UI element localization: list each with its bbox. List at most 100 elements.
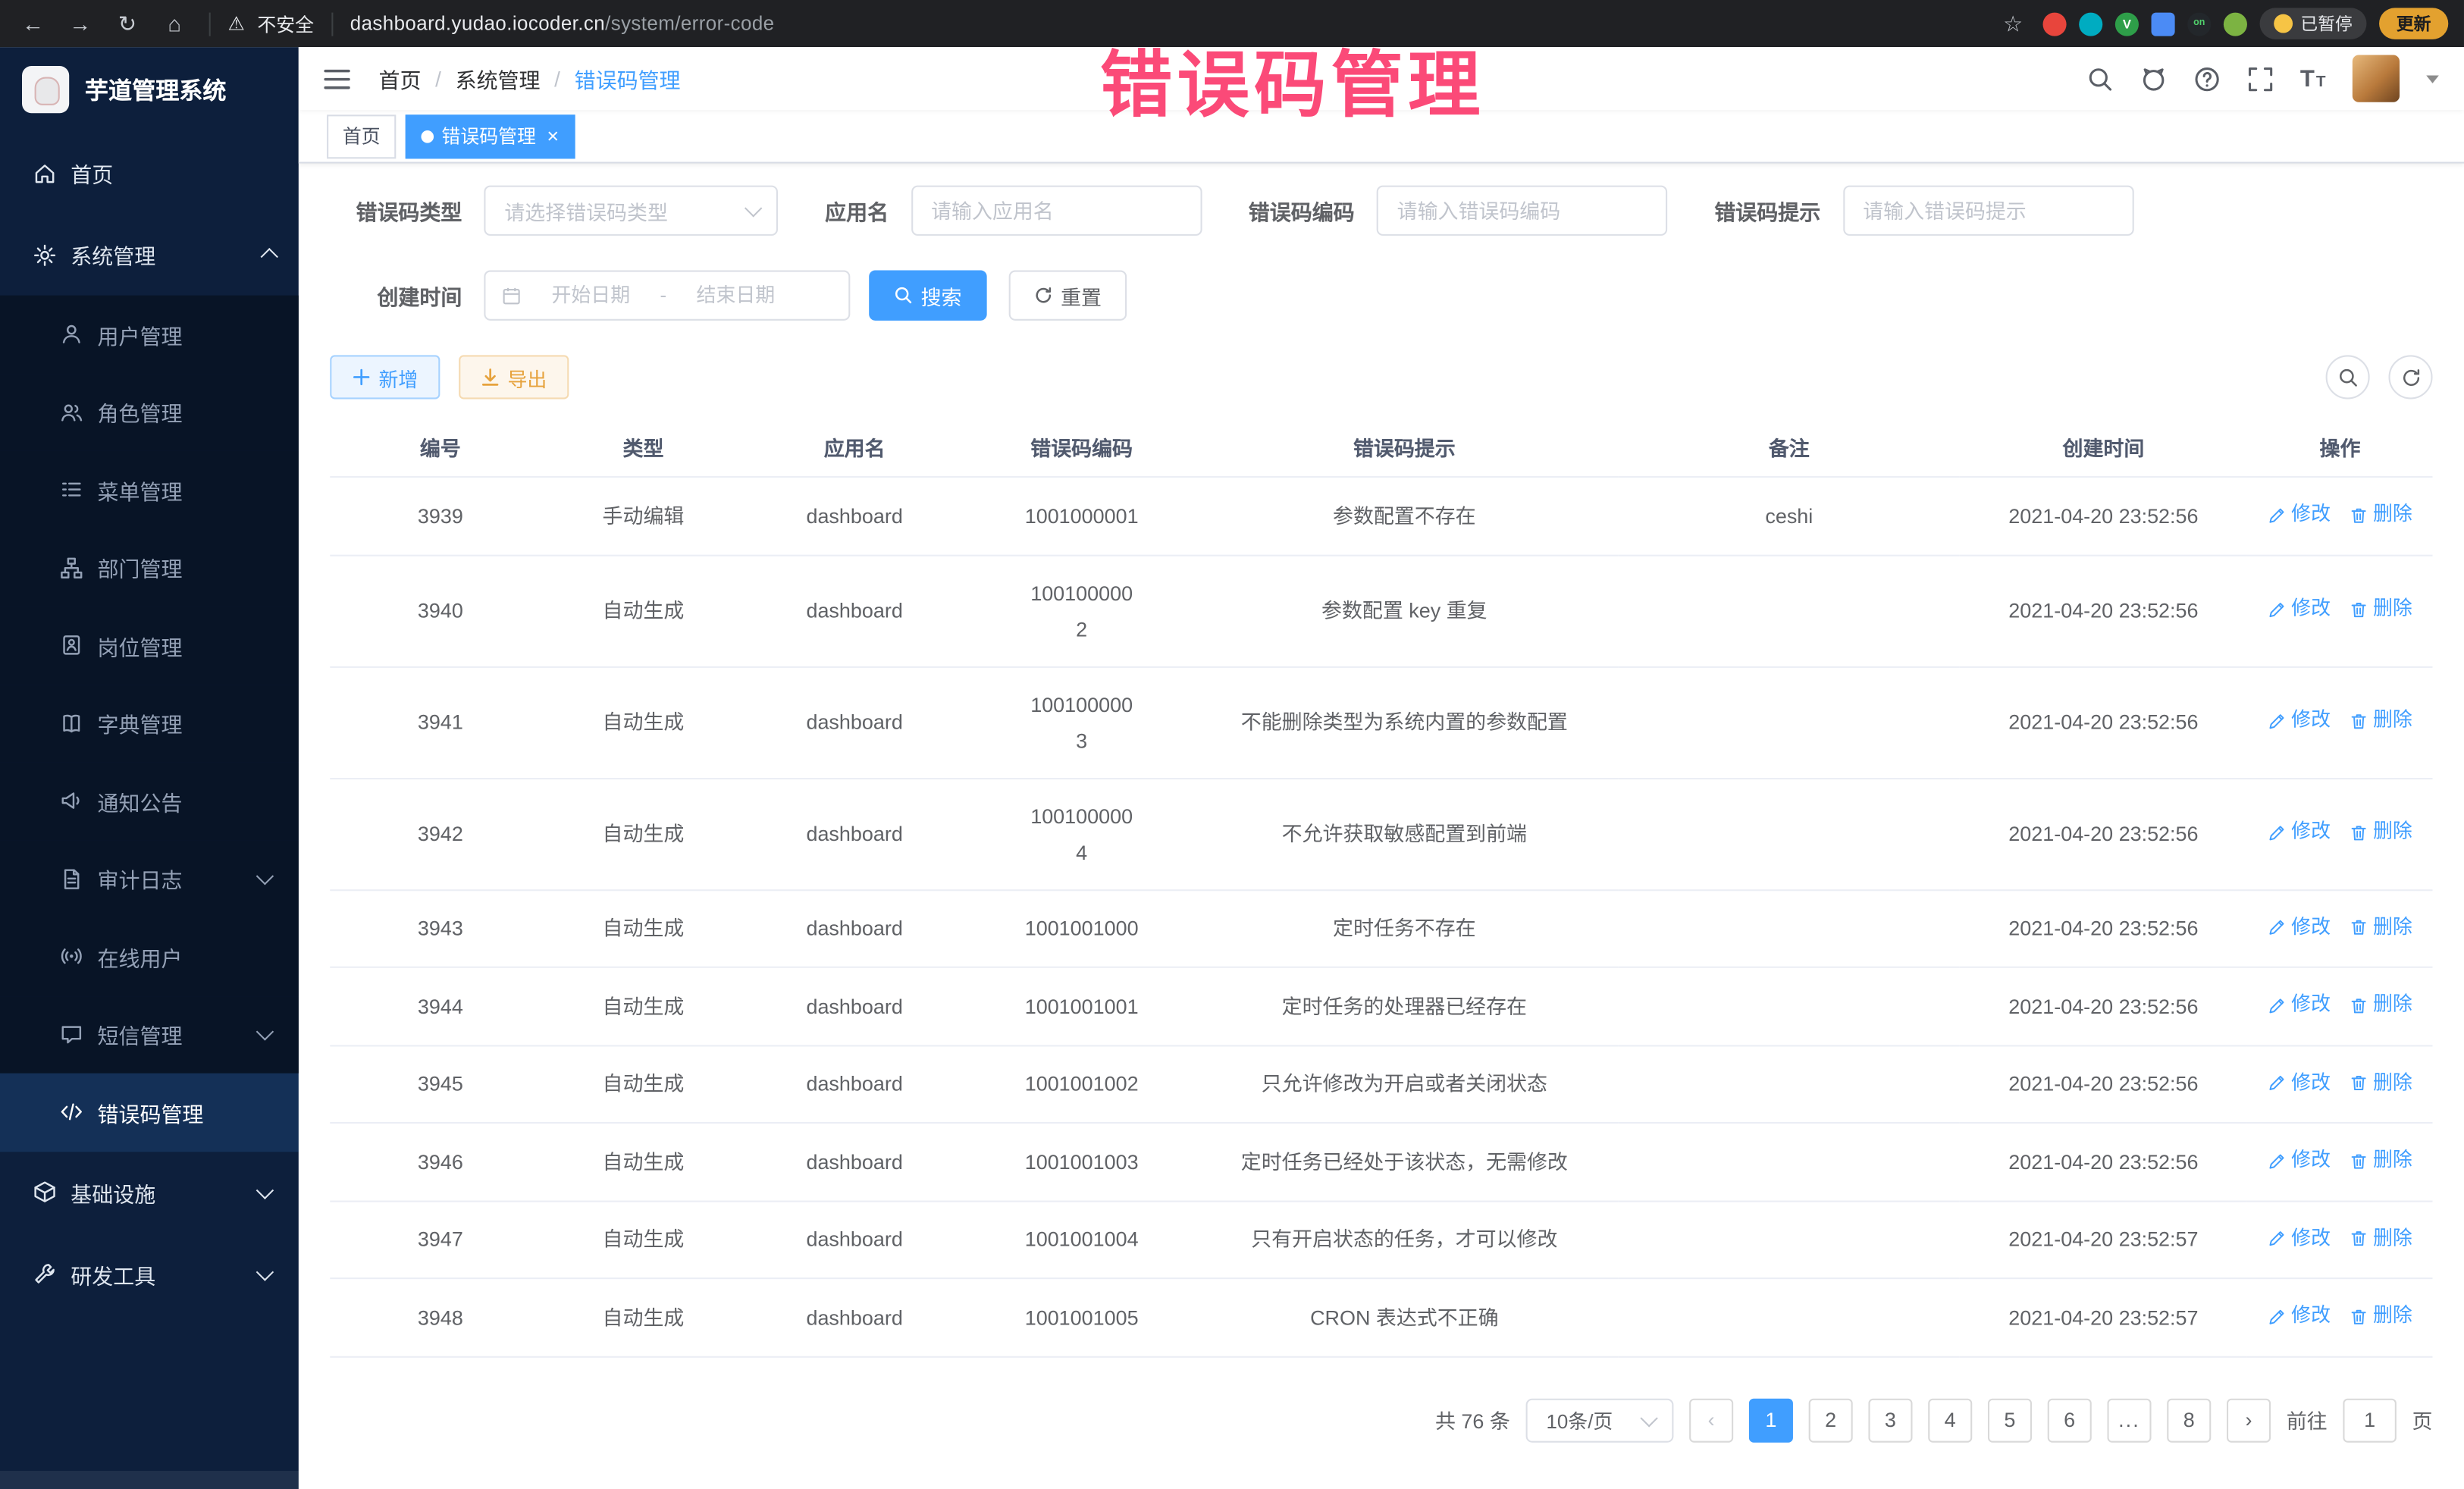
main-content: 错误码类型 请选择错误码类型 应用名 错误码编码	[299, 164, 2464, 1489]
delete-link[interactable]: 删除	[2350, 591, 2412, 628]
cell-actions: 修改删除	[2247, 1201, 2432, 1279]
github-icon[interactable]	[2140, 65, 2166, 92]
cell-code: 100100000 2	[973, 555, 1190, 666]
log-icon	[58, 867, 83, 891]
sidebar-item-infra[interactable]: 基础设施	[0, 1151, 299, 1233]
close-tab-icon[interactable]: ×	[547, 126, 559, 146]
delete-link[interactable]: 删除	[2350, 1064, 2412, 1101]
sidebar-collapse-bar[interactable]	[0, 1471, 299, 1489]
reset-button[interactable]: 重置	[1009, 271, 1127, 321]
back-icon[interactable]: ←	[16, 6, 51, 41]
extension-icon[interactable]	[2043, 12, 2067, 36]
sidebar-item-online-users[interactable]: 在线用户	[0, 917, 299, 995]
security-label[interactable]: 不安全	[257, 10, 314, 36]
page-button-2[interactable]: 2	[1809, 1398, 1853, 1442]
delete-link[interactable]: 删除	[2350, 987, 2412, 1023]
error-type-select[interactable]: 请选择错误码类型	[484, 186, 778, 236]
page-button-6[interactable]: 6	[2048, 1398, 2092, 1442]
delete-link[interactable]: 删除	[2350, 1298, 2412, 1334]
tab-error-code[interactable]: 错误码管理 ×	[406, 114, 575, 158]
edit-link[interactable]: 修改	[2268, 703, 2331, 739]
delete-link[interactable]: 删除	[2350, 1143, 2412, 1179]
edit-link[interactable]: 修改	[2268, 1143, 2331, 1179]
extension-icon[interactable]	[2152, 12, 2175, 36]
page-button-8[interactable]: 8	[2167, 1398, 2211, 1442]
delete-link[interactable]: 删除	[2350, 1220, 2412, 1256]
sidebar-item-menus[interactable]: 菜单管理	[0, 451, 299, 529]
sidebar-item-error-codes[interactable]: 错误码管理	[0, 1074, 299, 1152]
update-button[interactable]: 更新	[2379, 8, 2448, 39]
sidebar-item-dicts[interactable]: 字典管理	[0, 685, 299, 763]
toggle-search-button[interactable]	[2326, 355, 2370, 399]
delete-link[interactable]: 删除	[2350, 909, 2412, 945]
edit-link[interactable]: 修改	[2268, 987, 2331, 1023]
forward-icon[interactable]: →	[63, 6, 98, 41]
refresh-table-button[interactable]	[2389, 355, 2433, 399]
edit-link[interactable]: 修改	[2268, 1298, 2331, 1334]
search-icon[interactable]	[2086, 65, 2113, 92]
reset-button-label: 重置	[1061, 281, 1102, 310]
breadcrumb-system[interactable]: 系统管理	[456, 63, 541, 94]
sidebar-item-users[interactable]: 用户管理	[0, 296, 299, 374]
delete-link[interactable]: 删除	[2350, 703, 2412, 739]
more-pages-button[interactable]: ...	[2107, 1398, 2151, 1442]
hamburger-icon[interactable]	[324, 67, 350, 90]
delete-link[interactable]: 删除	[2350, 497, 2412, 533]
sidebar-item-notices[interactable]: 通知公告	[0, 762, 299, 840]
prev-page-button[interactable]: ‹	[1689, 1398, 1733, 1442]
error-code-input[interactable]	[1377, 186, 1667, 236]
edit-link[interactable]: 修改	[2268, 591, 2331, 628]
edit-link[interactable]: 修改	[2268, 497, 2331, 533]
delete-link[interactable]: 删除	[2350, 814, 2412, 851]
extension-icon[interactable]	[2079, 12, 2102, 36]
sidebar-item-audit-logs[interactable]: 审计日志	[0, 840, 299, 918]
paused-badge[interactable]: 已暂停	[2260, 8, 2367, 39]
extension-icon[interactable]: on	[2187, 12, 2211, 36]
edit-link[interactable]: 修改	[2268, 814, 2331, 851]
font-size-icon[interactable]: TT	[2300, 67, 2326, 90]
start-date-input[interactable]	[531, 283, 651, 308]
goto-page-input[interactable]	[2343, 1398, 2396, 1442]
reload-icon[interactable]: ↻	[110, 6, 145, 41]
sidebar-item-depts[interactable]: 部门管理	[0, 528, 299, 607]
end-date-input[interactable]	[676, 283, 796, 308]
browser-home-icon[interactable]: ⌂	[157, 6, 192, 41]
sidebar-item-roles[interactable]: 角色管理	[0, 373, 299, 451]
wrench-icon	[31, 1262, 56, 1285]
fullscreen-icon[interactable]	[2246, 65, 2273, 92]
export-button[interactable]: 导出	[459, 355, 569, 399]
chevron-down-icon[interactable]	[2426, 74, 2439, 82]
table-toolbar: 新增 导出	[330, 355, 2432, 399]
cell-type: 自动生成	[550, 1278, 735, 1356]
add-button[interactable]: 新增	[330, 355, 440, 399]
page-button-3[interactable]: 3	[1868, 1398, 1912, 1442]
app-name-input[interactable]	[911, 186, 1201, 236]
user-avatar[interactable]	[2353, 55, 2400, 102]
refresh-icon	[2400, 367, 2421, 387]
sidebar-item-posts[interactable]: 岗位管理	[0, 607, 299, 685]
edit-link[interactable]: 修改	[2268, 909, 2331, 945]
sidebar-item-dev-tools[interactable]: 研发工具	[0, 1233, 299, 1315]
error-hint-input[interactable]	[1842, 186, 2133, 236]
page-button-5[interactable]: 5	[1988, 1398, 2032, 1442]
extension-icon[interactable]	[2224, 12, 2247, 36]
page-button-1[interactable]: 1	[1749, 1398, 1793, 1442]
sidebar-item-home[interactable]: 首页	[0, 132, 299, 214]
search-button[interactable]: 搜索	[869, 271, 986, 321]
sidebar-item-sms[interactable]: 短信管理	[0, 995, 299, 1074]
edit-link[interactable]: 修改	[2268, 1220, 2331, 1256]
extension-icon[interactable]: V	[2115, 12, 2139, 36]
logo[interactable]: 芋道管理系统	[0, 47, 299, 132]
date-range-picker[interactable]: -	[484, 271, 850, 321]
breadcrumb-home[interactable]: 首页	[379, 63, 422, 94]
sidebar-item-label: 短信管理	[98, 1019, 183, 1050]
page-button-4[interactable]: 4	[1928, 1398, 1972, 1442]
address-bar[interactable]: dashboard.yudao.iocoder.cn/system/error-…	[350, 13, 775, 35]
help-icon[interactable]	[2193, 65, 2220, 92]
edit-link[interactable]: 修改	[2268, 1064, 2331, 1101]
sidebar-item-system[interactable]: 系统管理	[0, 214, 299, 296]
next-page-button[interactable]: ›	[2227, 1398, 2271, 1442]
bookmark-star-icon[interactable]: ☆	[1995, 6, 2030, 41]
tab-home[interactable]: 首页	[327, 114, 396, 158]
page-size-select[interactable]: 10条/页	[1526, 1398, 1674, 1442]
